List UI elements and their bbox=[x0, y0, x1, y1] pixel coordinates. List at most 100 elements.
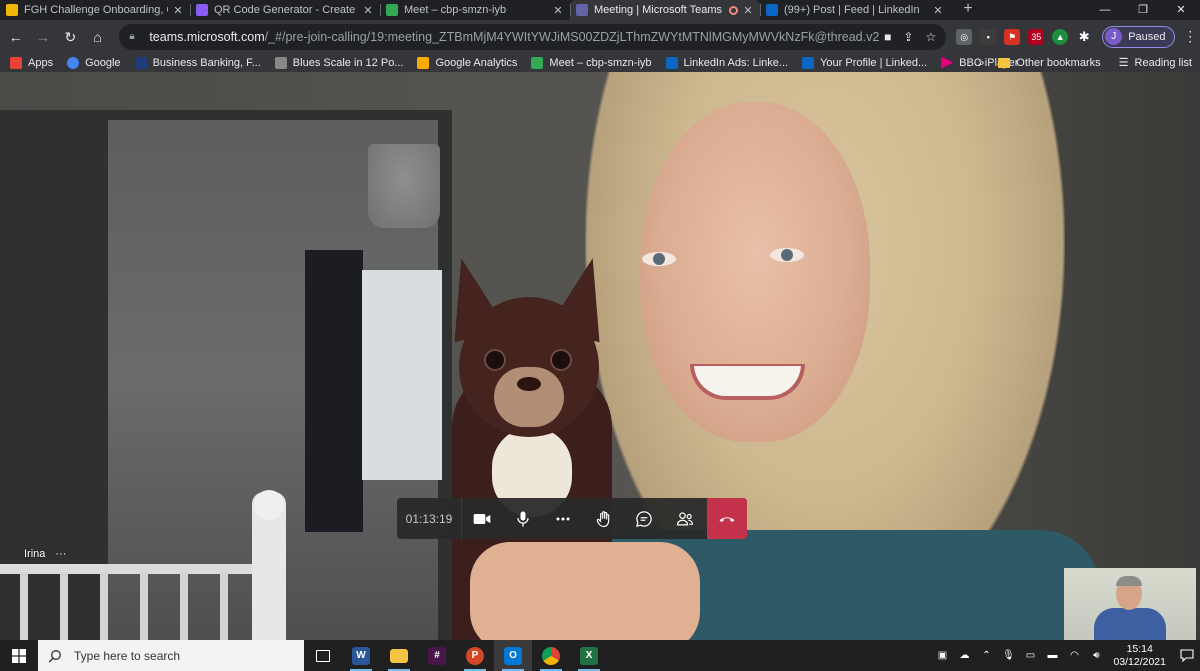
extension-ghost-icon[interactable]: ▪ bbox=[980, 28, 997, 45]
self-view-video[interactable] bbox=[1064, 568, 1196, 640]
clock-time: 15:14 bbox=[1126, 642, 1153, 655]
bookmark-meet[interactable]: Meet – cbp-smzn-iyb bbox=[531, 56, 652, 69]
video-bed-bar bbox=[100, 572, 108, 640]
taskbar-outlook[interactable]: O bbox=[494, 640, 532, 671]
restore-icon[interactable]: ❐ bbox=[1124, 0, 1162, 20]
taskbar-excel[interactable]: X bbox=[570, 640, 608, 671]
tray-battery-icon[interactable]: ▬ bbox=[1044, 649, 1060, 663]
task-view-button[interactable] bbox=[304, 640, 342, 671]
people-icon bbox=[676, 511, 693, 525]
tab-linkedin[interactable]: (99+) Post | Feed | LinkedIn ✕ bbox=[760, 0, 950, 20]
bookmark-blues-scale[interactable]: Blues Scale in 12 Po... bbox=[274, 56, 404, 69]
linkedin-favicon-icon bbox=[766, 4, 778, 16]
taskbar-chrome[interactable] bbox=[532, 640, 570, 671]
bookmark-linkedin-ads[interactable]: LinkedIn Ads: Linke... bbox=[665, 56, 788, 69]
taskbar-search[interactable]: Type here to search bbox=[38, 640, 304, 671]
taskbar-word[interactable]: W bbox=[342, 640, 380, 671]
video-participant-hand bbox=[470, 542, 700, 640]
outlook-icon: O bbox=[504, 646, 522, 665]
back-button[interactable]: ← bbox=[4, 25, 27, 49]
search-icon bbox=[48, 649, 61, 662]
notification-icon bbox=[1180, 649, 1194, 662]
taskbar-slack[interactable]: # bbox=[418, 640, 456, 671]
analytics-icon bbox=[417, 56, 430, 69]
address-bar-actions: ■ ⇪ ☆ bbox=[884, 30, 936, 44]
reading-list-button[interactable]: Reading list bbox=[1135, 57, 1192, 69]
bookmark-apps[interactable]: Apps bbox=[10, 56, 54, 69]
taskbar-powerpoint[interactable]: P bbox=[456, 640, 494, 671]
tray-volume-icon[interactable]: 🔊︎ bbox=[1088, 649, 1104, 663]
apps-grid-icon bbox=[10, 56, 22, 69]
extension-flag-icon[interactable]: ⚑ bbox=[1004, 28, 1021, 45]
linkedin-ads-icon bbox=[665, 56, 678, 69]
bookmark-star-icon[interactable]: ☆ bbox=[925, 30, 936, 44]
bookmark-business-banking[interactable]: Business Banking, F... bbox=[134, 56, 261, 69]
tab-microsoft-teams[interactable]: Meeting | Microsoft Teams ✕ bbox=[570, 0, 760, 20]
other-bookmarks-button[interactable]: Other bookmarks bbox=[1016, 57, 1100, 69]
bookmark-label: Blues Scale in 12 Po... bbox=[292, 56, 404, 69]
bookmark-label: Business Banking, F... bbox=[152, 56, 261, 69]
bookmark-your-profile[interactable]: Your Profile | Linked... bbox=[802, 56, 927, 69]
home-button[interactable]: ⌂ bbox=[86, 25, 109, 49]
tab-fgh-challenge[interactable]: FGH Challenge Onboarding, Onli ✕ bbox=[0, 0, 190, 20]
meet-favicon-icon bbox=[386, 4, 398, 16]
address-bar[interactable]: 🔒︎ teams.microsoft.com /_#/pre-join-call… bbox=[119, 23, 947, 50]
bookmark-google-analytics[interactable]: Google Analytics bbox=[417, 56, 517, 69]
tray-chevron-up-icon[interactable]: ⌃ bbox=[978, 649, 994, 663]
powerpoint-icon: P bbox=[466, 646, 484, 665]
start-button[interactable] bbox=[0, 640, 38, 671]
tray-monitor-icon[interactable]: ▭ bbox=[1022, 649, 1038, 663]
tray-meet-icon[interactable]: ▣ bbox=[934, 649, 950, 663]
chrome-icon bbox=[542, 646, 560, 665]
close-tab-icon[interactable]: ✕ bbox=[172, 4, 184, 17]
reload-button[interactable]: ↻ bbox=[59, 25, 82, 49]
extension-thumb-icon[interactable]: ▲ bbox=[1052, 28, 1069, 45]
microphone-button[interactable] bbox=[503, 498, 544, 539]
tab-google-meet[interactable]: Meet – cbp-smzn-iyb ✕ bbox=[380, 0, 570, 20]
tray-wifi-icon[interactable]: ◠ bbox=[1066, 649, 1082, 663]
hang-up-button[interactable] bbox=[707, 498, 747, 539]
google-icon bbox=[67, 56, 80, 69]
close-tab-icon[interactable]: ✕ bbox=[362, 4, 374, 17]
bookmark-google[interactable]: Google bbox=[67, 56, 121, 69]
profile-button[interactable]: J Paused bbox=[1102, 25, 1175, 48]
dog-muzzle bbox=[494, 367, 564, 427]
search-placeholder: Type here to search bbox=[74, 648, 181, 663]
system-tray: ▣ ☁ ⌃ 🎙︎ ▭ ▬ ◠ 🔊︎ 15:14 03/12/2021 bbox=[931, 640, 1200, 671]
close-tab-icon[interactable]: ✕ bbox=[932, 4, 944, 17]
extensions-puzzle-icon[interactable]: ✱ bbox=[1076, 29, 1092, 45]
new-tab-button[interactable]: + bbox=[956, 0, 980, 20]
close-tab-icon[interactable]: ✕ bbox=[742, 4, 754, 17]
raise-hand-icon bbox=[596, 510, 609, 527]
phone-hangup-icon bbox=[719, 516, 735, 522]
tray-onedrive-icon[interactable]: ☁ bbox=[956, 649, 972, 663]
more-bookmarks-button[interactable]: » bbox=[978, 57, 984, 69]
share-icon[interactable]: ⇪ bbox=[903, 30, 913, 44]
minimize-icon[interactable]: — bbox=[1086, 0, 1124, 20]
chat-bubble-icon bbox=[636, 510, 653, 527]
forward-button[interactable]: → bbox=[31, 25, 54, 49]
video-bed-bar bbox=[180, 572, 188, 640]
participants-button[interactable] bbox=[665, 498, 706, 539]
more-actions-button[interactable] bbox=[543, 498, 584, 539]
extension-shield-icon[interactable]: ◎ bbox=[956, 28, 973, 45]
extension-badge-icon[interactable]: 35 bbox=[1028, 28, 1045, 45]
lock-icon[interactable]: 🔒︎ bbox=[129, 31, 143, 42]
tab-qr-code-generator[interactable]: QR Code Generator - Create Fan ✕ bbox=[190, 0, 380, 20]
close-window-icon[interactable]: ✕ bbox=[1162, 0, 1200, 20]
bookmarks-right: » Other bookmarks ☰ Reading list bbox=[978, 53, 1192, 72]
video-bed-bar bbox=[20, 572, 28, 640]
tray-microphone-icon[interactable]: 🎙︎ bbox=[1000, 649, 1016, 663]
taskbar-file-explorer[interactable] bbox=[380, 640, 418, 671]
camera-button[interactable] bbox=[462, 498, 503, 539]
camera-in-use-icon[interactable]: ■ bbox=[884, 30, 891, 44]
participant-more-button[interactable]: ··· bbox=[55, 548, 66, 560]
chat-button[interactable] bbox=[624, 498, 665, 539]
taskbar-clock[interactable]: 15:14 03/12/2021 bbox=[1113, 643, 1166, 669]
raise-hand-button[interactable] bbox=[584, 498, 625, 539]
window-controls: — ❐ ✕ bbox=[1086, 0, 1200, 20]
close-tab-icon[interactable]: ✕ bbox=[552, 4, 564, 17]
bookmark-label: Apps bbox=[28, 56, 54, 69]
browser-menu-icon[interactable]: ⋮ bbox=[1181, 28, 1200, 45]
notification-center-button[interactable] bbox=[1174, 640, 1200, 671]
